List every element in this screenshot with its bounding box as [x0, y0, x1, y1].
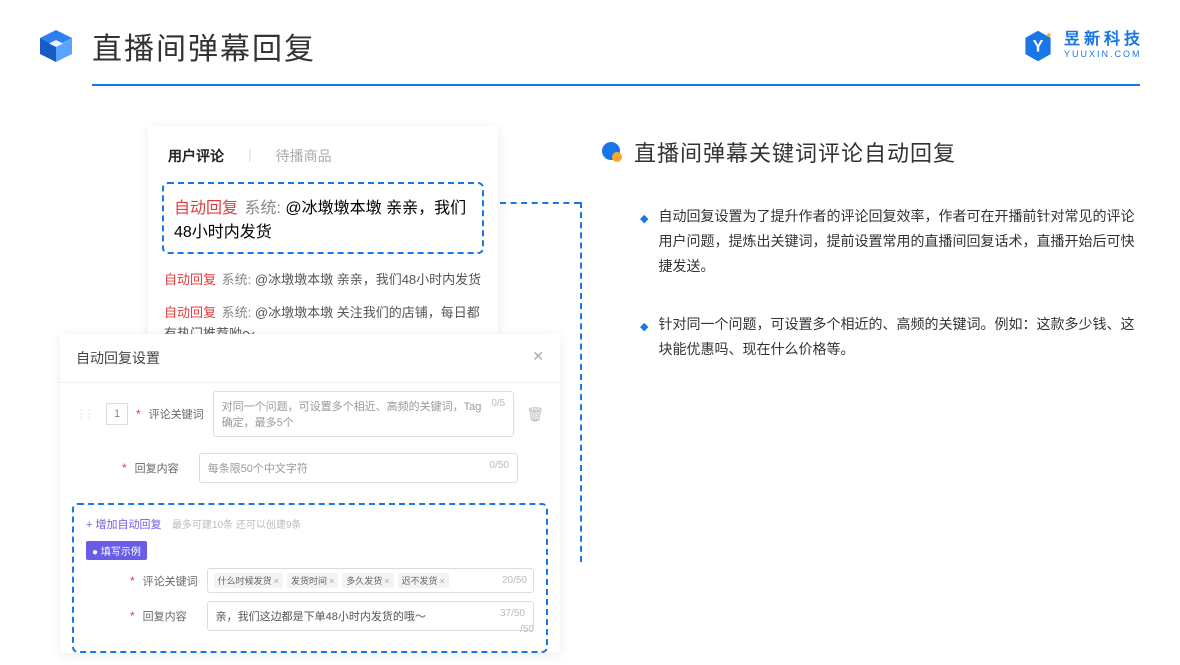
comments-panel: 用户评论 | 待播商品 自动回复 系统: @冰墩墩本墩 亲亲，我们48小时内发货… — [148, 126, 498, 364]
char-counter: 0/50 — [490, 460, 509, 476]
keyword-label: 评论关键词 — [149, 406, 205, 422]
svg-text:Y: Y — [1033, 37, 1044, 55]
auto-reply-badge: 自动回复 — [164, 272, 216, 287]
system-label: 系统: — [244, 200, 280, 217]
bullet-point: ◆ 自动回复设置为了提升作者的评论回复效率，作者可在开播前针对常见的评论用户问题… — [600, 196, 1144, 304]
connector-line — [500, 202, 580, 204]
drag-handle-icon[interactable]: ⋮⋮ — [76, 409, 92, 420]
example-section: + 增加自动回复 最多可建10条 还可以创建9条 ● 填写示例 * 评论关键词 … — [72, 503, 548, 653]
settings-title: 自动回复设置 — [76, 348, 160, 368]
tab-pending-products[interactable]: 待播商品 — [276, 146, 332, 166]
required-star: * — [130, 609, 135, 623]
placeholder-text: 对同一个问题，可设置多个相近、高频的关键词，Tag确定，最多5个 — [222, 398, 492, 430]
char-counter: 37/50 — [500, 608, 525, 624]
auto-reply-badge: 自动回复 — [174, 200, 238, 217]
tab-separator: | — [248, 146, 252, 166]
tab-user-comments[interactable]: 用户评论 — [168, 146, 224, 166]
comment-text: @冰墩墩本墩 亲亲，我们48小时内发货 — [255, 272, 481, 287]
comment-line: 自动回复 系统: @冰墩墩本墩 亲亲，我们48小时内发货 — [148, 264, 498, 297]
example-badge: ● 填写示例 — [86, 541, 147, 560]
bubble-icon — [600, 140, 624, 164]
section-title: 直播间弹幕关键词评论自动回复 — [634, 136, 956, 168]
bullet-point: ◆ 针对同一个问题，可设置多个相近的、高频的关键词。例如：这款多少钱、这块能优惠… — [600, 304, 1144, 386]
example-reply-input[interactable]: 亲，我们这边都是下单48小时内发货的哦～ 37/50 — [207, 601, 534, 631]
connector-line — [580, 202, 582, 562]
brand-name-cn: 昱新科技 — [1064, 32, 1144, 48]
row-number: 1 — [106, 403, 128, 425]
keyword-tag[interactable]: 迟不发货× — [398, 573, 449, 588]
char-counter: 20/50 — [502, 575, 527, 586]
required-star: * — [136, 407, 141, 421]
brand-icon: Y — [1020, 28, 1056, 64]
trash-icon[interactable]: 🗑 — [526, 406, 544, 423]
page-title: 直播间弹幕回复 — [92, 24, 316, 68]
example-keyword-input[interactable]: 什么时候发货× 发货时间× 多久发货× 迟不发货× 20/50 — [207, 568, 534, 593]
keyword-tag[interactable]: 什么时候发货× — [214, 573, 283, 588]
required-star: * — [130, 574, 135, 588]
placeholder-text: 每条限50个中文字符 — [208, 460, 308, 476]
system-label: 系统: — [222, 272, 252, 287]
char-counter: 0/5 — [491, 398, 505, 430]
bullet-text: 针对同一个问题，可设置多个相近的、高频的关键词。例如：这款多少钱、这块能优惠吗、… — [658, 312, 1144, 362]
brand-logo: Y 昱新科技 YUUXIN.COM — [1020, 28, 1144, 64]
bullet-text: 自动回复设置为了提升作者的评论回复效率，作者可在开播前针对常见的评论用户问题，提… — [658, 204, 1144, 280]
add-auto-reply-link[interactable]: + 增加自动回复 — [86, 519, 161, 531]
diamond-icon: ◆ — [640, 318, 648, 362]
example-reply-text: 亲，我们这边都是下单48小时内发货的哦～ — [216, 608, 426, 624]
keyword-tag[interactable]: 发货时间× — [287, 573, 338, 588]
example-keyword-label: 评论关键词 — [143, 573, 199, 589]
reply-input[interactable]: 每条限50个中文字符 0/50 — [199, 453, 518, 483]
highlighted-comment: 自动回复 系统: @冰墩墩本墩 亲亲，我们48小时内发货 — [162, 182, 484, 254]
reply-label: 回复内容 — [135, 460, 191, 476]
settings-panel: 自动回复设置 ✕ ⋮⋮ 1 * 评论关键词 对同一个问题，可设置多个相近、高频的… — [60, 334, 560, 653]
keyword-tag[interactable]: 多久发货× — [342, 573, 393, 588]
close-icon[interactable]: ✕ — [532, 348, 544, 368]
brand-name-en: YUUXIN.COM — [1064, 48, 1144, 61]
example-reply-label: 回复内容 — [143, 608, 199, 624]
keyword-input[interactable]: 对同一个问题，可设置多个相近、高频的关键词，Tag确定，最多5个 0/5 — [213, 391, 515, 437]
system-label: 系统: — [222, 305, 252, 320]
char-counter: /50 — [520, 624, 534, 635]
auto-reply-badge: 自动回复 — [164, 305, 216, 320]
page-header: 直播间弹幕回复 — [0, 0, 1180, 68]
add-hint: 最多可建10条 还可以创建9条 — [172, 520, 301, 531]
diamond-icon: ◆ — [640, 210, 648, 280]
required-star: * — [122, 461, 127, 475]
cube-icon — [36, 26, 76, 66]
